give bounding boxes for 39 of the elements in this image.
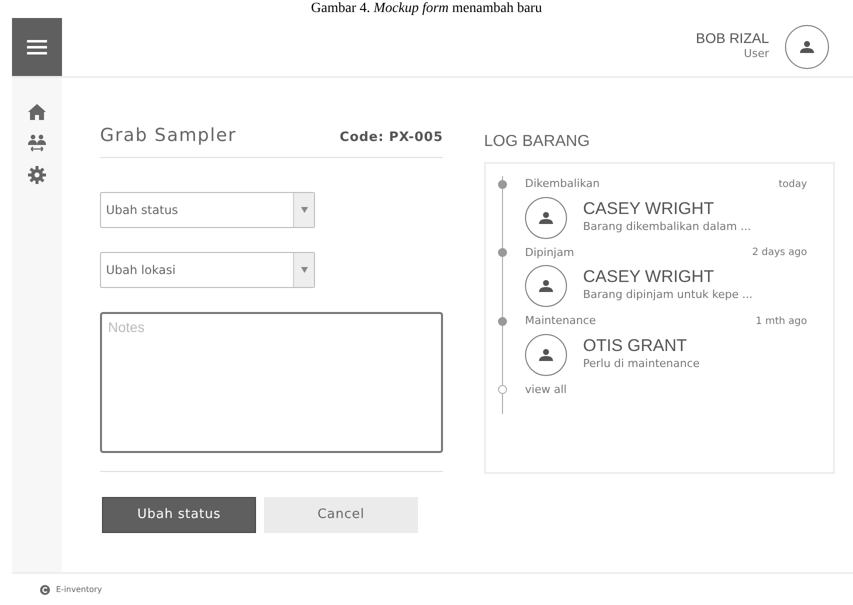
log-status: Dipinjam	[525, 244, 574, 260]
timeline-dot	[498, 180, 507, 189]
timeline-dot	[498, 316, 507, 326]
log-title: LOG BARANG	[484, 132, 591, 152]
timeline-dot	[498, 248, 507, 258]
person-name: OTIS GRANT	[583, 336, 688, 356]
log-time: 2 days ago	[752, 246, 807, 260]
item-code: Code: PX-005	[340, 129, 443, 147]
person-name: CASEY WRIGHT	[583, 200, 715, 219]
log-message: Barang dikembalikan dalam ...	[583, 218, 751, 235]
logo-icon	[40, 584, 50, 594]
user-role: User	[742, 46, 769, 62]
figure-caption: Gambar 4. Mockup form menambah baru	[311, 1, 542, 16]
avatar-icon	[525, 196, 567, 238]
person-name: CASEY WRIGHT	[583, 268, 715, 288]
avatar-icon	[525, 334, 567, 376]
user-name: BOB RIZAL	[696, 31, 769, 46]
avatar-icon	[525, 265, 567, 307]
log-status: Dikembalikan	[525, 176, 600, 192]
menu-icon[interactable]	[12, 18, 62, 76]
dropdown[interactable]: Ubah lokasi	[100, 252, 315, 288]
log-time: today	[778, 178, 807, 192]
cancel-button[interactable]: Cancel	[264, 497, 418, 533]
dropdown[interactable]: Ubah status	[100, 192, 315, 228]
log-message: Barang dipinjam untuk kepe ...	[583, 287, 753, 304]
log-message: Perlu di maintenance	[583, 356, 700, 372]
item-title: Grab Sampler	[100, 124, 236, 148]
notes-field[interactable]: Notes	[100, 312, 443, 453]
view-all-link[interactable]: view all	[525, 382, 567, 398]
people-icon[interactable]	[28, 134, 46, 152]
avatar-icon[interactable]	[785, 25, 829, 69]
caret-icon[interactable]	[300, 267, 308, 273]
app-name: E-inventory	[56, 584, 102, 596]
caret-icon[interactable]	[300, 207, 308, 213]
home-icon[interactable]	[28, 104, 46, 120]
submit-button[interactable]: Ubah status	[102, 497, 256, 533]
log-status: Maintenance	[525, 313, 596, 329]
log-time: 1 mth ago	[756, 314, 807, 329]
settings-icon[interactable]	[28, 166, 46, 184]
